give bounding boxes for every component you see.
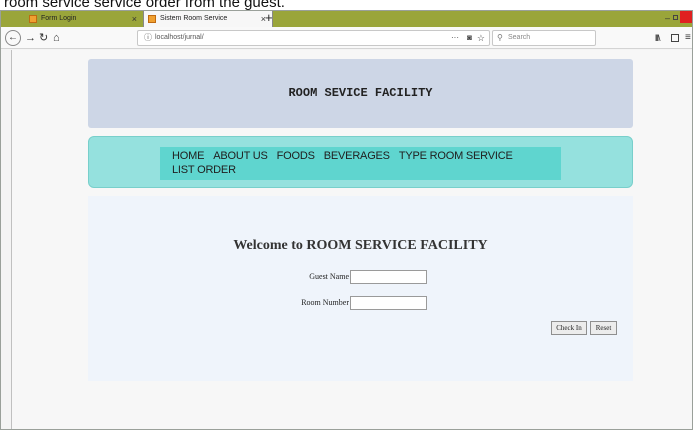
tab-label: Sistem Room Service (160, 15, 228, 22)
favicon-icon (29, 15, 37, 23)
reset-button[interactable]: Reset (590, 321, 617, 335)
pocket-icon[interactable]: ◙ (467, 31, 472, 45)
guest-name-label: Guest Name (309, 272, 349, 281)
reload-icon[interactable]: ↻ (39, 30, 48, 46)
navigation-toolbar: ← → ↻ ⌂ ⓘ localhost/jurnal/ ··· ◙ ☆ ⚲ Se… (1, 27, 692, 49)
menu-link-foods[interactable]: FOODS (277, 149, 315, 163)
bookmark-star-icon[interactable]: ☆ (477, 31, 485, 45)
page-actions-icon[interactable]: ··· (451, 31, 459, 44)
room-number-input[interactable] (350, 296, 427, 310)
back-icon[interactable]: ← (5, 30, 21, 46)
url-text[interactable]: localhost/jurnal/ (155, 31, 204, 45)
menu-link-home[interactable]: HOME (172, 149, 204, 163)
home-icon[interactable]: ⌂ (53, 30, 60, 46)
welcome-heading: Welcome to ROOM SERVICE FACILITY (233, 238, 488, 253)
menu-link-list-order[interactable]: LIST ORDER (172, 163, 236, 177)
maximize-icon[interactable] (673, 15, 678, 20)
page-header: ROOM SEVICE FACILITY (88, 59, 633, 128)
tab-bar: Form Login × Sistem Room Service × + – (1, 10, 692, 27)
menu-icon[interactable]: ≡ (685, 30, 691, 46)
menu-link-type-room-service[interactable]: TYPE ROOM SERVICE (399, 149, 513, 163)
info-icon[interactable]: ⓘ (144, 31, 152, 45)
sidebar-icon[interactable] (671, 34, 679, 42)
window-close-icon[interactable] (680, 11, 692, 23)
tab-label: Form Login (41, 15, 77, 22)
forward-icon[interactable]: → (25, 30, 36, 46)
search-placeholder: Search (508, 34, 531, 41)
main-menu: HOME ABOUT US FOODS BEVERAGES TYPE ROOM SERV… (88, 136, 633, 188)
library-icon[interactable]: lll\ (655, 30, 660, 46)
search-bar[interactable]: ⚲ Search (492, 30, 596, 46)
tab-close-icon[interactable]: × (132, 11, 137, 27)
page-title: ROOM SEVICE FACILITY (288, 86, 433, 100)
browser-window: Form Login × Sistem Room Service × + – ←… (0, 10, 693, 430)
tab-sistem-room-service[interactable]: Sistem Room Service × (143, 11, 273, 27)
minimize-icon[interactable]: – (665, 11, 670, 25)
guest-name-input[interactable] (350, 270, 427, 284)
room-number-label: Room Number (301, 298, 349, 307)
menu-links: HOME ABOUT US FOODS BEVERAGES TYPE ROOM SERV… (160, 147, 561, 180)
login-panel: Welcome to ROOM SERVICE FACILITY Guest N… (88, 196, 633, 381)
check-in-button[interactable]: Check In (551, 321, 587, 335)
menu-link-about-us[interactable]: ABOUT US (213, 149, 268, 163)
new-tab-button[interactable]: + (265, 10, 273, 26)
search-icon: ⚲ (497, 33, 503, 42)
tab-form-login[interactable]: Form Login × (25, 11, 143, 27)
menu-link-beverages[interactable]: BEVERAGES (324, 149, 390, 163)
page-viewport: ROOM SEVICE FACILITY HOME ABOUT US FOODS BE… (11, 50, 692, 429)
caption-text: room service service order from the gues… (0, 0, 693, 10)
url-bar[interactable]: ⓘ localhost/jurnal/ ··· ◙ ☆ (137, 30, 490, 46)
favicon-icon (148, 15, 156, 23)
